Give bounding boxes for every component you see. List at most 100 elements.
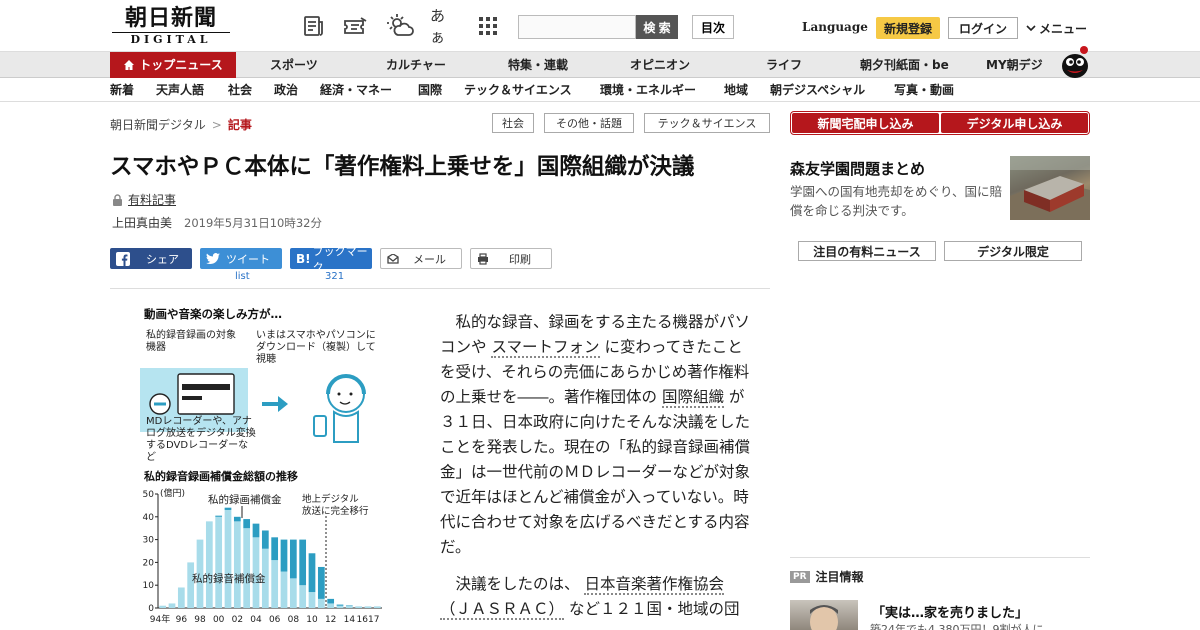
digital-only-tab[interactable]: デジタル限定 xyxy=(944,241,1082,261)
bar-audio xyxy=(289,578,297,608)
pr-image[interactable] xyxy=(790,600,858,630)
bar-audio xyxy=(177,587,185,608)
mascot-icon[interactable] xyxy=(1058,44,1092,78)
device-note-text: MDレコーダーや、アナログ放送をデジタル変換するDVDレコーダーなど xyxy=(146,416,256,463)
hatena-count[interactable]: 321 xyxy=(325,271,344,282)
nav-top-news[interactable]: トップニュース xyxy=(110,52,236,78)
publish-date: 2019年5月31日10時32分 xyxy=(184,216,322,230)
search-input[interactable] xyxy=(518,15,636,39)
home-icon xyxy=(124,60,135,70)
bar-audio xyxy=(243,528,251,608)
nav-region[interactable]: 地域 xyxy=(724,78,748,102)
tag-society[interactable]: 社会 xyxy=(492,113,534,133)
x-tick-label: 98 xyxy=(194,615,206,625)
bar-audio xyxy=(271,560,279,608)
language-link[interactable]: Language xyxy=(802,20,868,34)
logo-jp: 朝日新聞 xyxy=(124,5,217,31)
login-button[interactable]: ログイン xyxy=(948,17,1018,39)
nav-life[interactable]: ライフ xyxy=(766,52,802,78)
nav-photo[interactable]: 写真・動画 xyxy=(894,78,954,102)
nav-special[interactable]: 朝デジスペシャル xyxy=(770,78,865,102)
nav-top-news-label: トップニュース xyxy=(139,58,223,72)
subscribe-buttons: 新聞宅配申し込み デジタル申し込み xyxy=(790,111,1090,135)
hatena-bookmark-button[interactable]: B! ブックマーク xyxy=(290,245,372,274)
bar-video xyxy=(289,539,297,579)
bar-audio xyxy=(299,585,307,608)
nav-politics[interactable]: 政治 xyxy=(274,78,298,102)
x-tick-label: 94年 xyxy=(150,613,170,625)
nav-tech[interactable]: テック＆サイエンス xyxy=(464,78,572,102)
site-logo[interactable]: 朝日新聞 DIGITAL xyxy=(112,6,230,46)
y-tick-label: 0 xyxy=(148,604,154,614)
compensation-chart: 0 10 20 30 40 50 (億円) 地上デジタル放送に完全移行 私的録画補償金私的録音補… xyxy=(143,487,382,625)
grid-menu-icon[interactable] xyxy=(474,12,502,40)
breadcrumb: 朝日新聞デジタル > 記事 xyxy=(110,116,252,133)
paid-article-badge: 有料記事 xyxy=(112,191,176,208)
bar-audio xyxy=(224,509,232,608)
feature-image[interactable] xyxy=(1010,156,1090,220)
font-size-icon[interactable]: あぁ xyxy=(430,7,458,46)
paid-label[interactable]: 有料記事 xyxy=(128,191,176,208)
digital-subscribe-button[interactable]: デジタル申し込み xyxy=(941,113,1088,133)
bar-video xyxy=(317,566,325,599)
chevron-down-icon xyxy=(1026,24,1036,31)
toc-button[interactable]: 目次 xyxy=(692,15,734,39)
nav-environment[interactable]: 環境・エネルギー xyxy=(600,78,696,102)
print-button[interactable]: 印刷 xyxy=(470,248,552,269)
twitter-count[interactable]: list xyxy=(235,271,250,282)
annotation-label-1: 地上デジタル xyxy=(302,493,359,505)
bar-video xyxy=(299,539,307,586)
bar-video xyxy=(336,604,344,606)
bar-video xyxy=(271,537,279,561)
pr-title[interactable]: 「実は…家を売りました」 xyxy=(872,602,1028,621)
delivery-subscribe-button[interactable]: 新聞宅配申し込み xyxy=(792,113,939,133)
nav-sports[interactable]: スポーツ xyxy=(270,52,318,78)
ticket-icon[interactable] xyxy=(342,12,370,40)
bar-audio xyxy=(373,606,381,608)
register-button[interactable]: 新規登録 xyxy=(876,17,940,39)
menu-label: メニュー xyxy=(1039,22,1088,36)
nav-features[interactable]: 特集・連載 xyxy=(508,52,568,78)
weather-icon[interactable] xyxy=(386,12,414,40)
tag-other[interactable]: その他・話題 xyxy=(544,113,634,133)
byline: 上田真由美 2019年5月31日10時32分 xyxy=(112,214,322,231)
pr-header: PR 注目情報 xyxy=(790,568,864,585)
x-tick-label: 08 xyxy=(288,615,300,625)
x-tick-label: 06 xyxy=(269,615,281,625)
breadcrumb-home[interactable]: 朝日新聞デジタル xyxy=(110,118,206,132)
nav-economy[interactable]: 経済・マネー xyxy=(320,78,392,102)
mail-button[interactable]: メール xyxy=(380,248,462,269)
nav-tensei[interactable]: 天声人語 xyxy=(156,78,204,102)
link-international-org[interactable]: 国際組織 xyxy=(661,388,724,408)
pr-heading: 注目情報 xyxy=(815,570,864,584)
y-tick-label: 10 xyxy=(143,581,155,591)
bar-video xyxy=(224,507,232,510)
infographic-heading1: 動画や音楽の楽しみ方が… xyxy=(144,307,282,321)
feature-title[interactable]: 森友学園問題まとめ xyxy=(790,158,925,179)
site-header: 朝日新聞 DIGITAL あぁ 検 索 目次 Language 新規登録 ログイ… xyxy=(0,0,1200,52)
menu-button[interactable]: メニュー xyxy=(1026,20,1087,37)
nav-my-asadigi[interactable]: MY朝デジ xyxy=(986,52,1043,78)
link-smartphone[interactable]: スマートフォン xyxy=(491,338,600,358)
nav-paper[interactable]: 朝夕刊紙面・be xyxy=(860,52,949,78)
nav-opinion[interactable]: オピニオン xyxy=(630,52,690,78)
nav-society[interactable]: 社会 xyxy=(228,78,252,102)
tag-tech[interactable]: テック＆サイエンス xyxy=(644,113,770,133)
twitter-share-button[interactable]: ツイート xyxy=(200,248,282,269)
nav-culture[interactable]: カルチャー xyxy=(386,52,446,78)
y-tick-label: 40 xyxy=(143,513,155,523)
nav-new[interactable]: 新着 xyxy=(110,78,134,102)
bar-video xyxy=(233,516,241,522)
search-button[interactable]: 検 索 xyxy=(636,15,678,39)
mail-label: メール xyxy=(413,252,446,266)
paid-news-tab[interactable]: 注目の有料ニュース xyxy=(798,241,936,261)
facebook-share-button[interactable]: シェア xyxy=(110,248,192,269)
p1-text-c: が３１日、日本政府に向けたそんな決議をしたことを発表した。現在の「私的録音録画補… xyxy=(440,388,751,556)
nav-international[interactable]: 国際 xyxy=(418,78,442,102)
pr-divider xyxy=(790,557,1090,558)
x-tick-label: 14 xyxy=(344,615,356,625)
bar-audio xyxy=(345,605,353,608)
twitter-icon xyxy=(206,252,220,264)
x-tick-label: 10 xyxy=(306,615,318,625)
newspaper-icon[interactable] xyxy=(300,12,328,40)
